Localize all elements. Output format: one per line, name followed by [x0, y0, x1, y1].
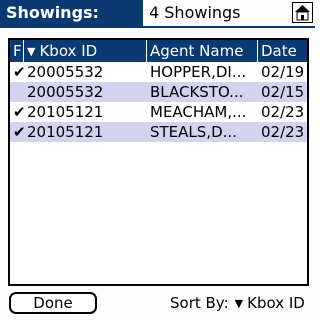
title-divider [0, 26, 315, 28]
column-header-kbox-id-label: Kbox ID [39, 42, 98, 60]
checkmark-icon: ✔ [13, 63, 24, 81]
date-cell: 02/15 [261, 83, 305, 101]
column-header-flag[interactable]: F [10, 40, 24, 62]
showings-count: 4 Showings [149, 3, 241, 22]
column-header-kbox-id[interactable]: ▼ Kbox ID [24, 40, 147, 62]
agent-name-cell: BLACKSTO... [150, 83, 244, 101]
table-row[interactable]: ✔ 20105121 STEALS,D... 02/23 [10, 122, 307, 142]
agent-name-cell: STEALS,D... [150, 123, 237, 141]
triangle-down-icon: ▼ [234, 297, 244, 310]
sort-by-value[interactable]: Kbox ID [247, 294, 305, 312]
kbox-id-cell: 20005532 [27, 83, 104, 101]
done-button[interactable]: Done [9, 292, 97, 314]
table-row[interactable]: 20005532 BLACKSTO... 02/15 [10, 82, 307, 102]
showings-table[interactable]: F ▼ Kbox ID Agent Name Date ✔ 20005532 HO… [8, 38, 309, 286]
sort-by-control[interactable]: Sort By: ▼ Kbox ID [170, 292, 305, 314]
checkmark-icon: ✔ [13, 103, 24, 121]
screen-title: Showings: [0, 0, 143, 26]
column-header-agent-name[interactable]: Agent Name [147, 40, 258, 62]
table-row[interactable]: ✔ 20005532 HOPPER,DI... 02/19 [10, 62, 307, 82]
column-header-date[interactable]: Date [258, 40, 307, 62]
sort-by-label: Sort By: [170, 294, 229, 312]
agent-name-cell: MEACHAM,... [150, 103, 247, 121]
triangle-down-icon: ▼ [27, 45, 36, 58]
kbox-id-cell: 20005532 [27, 63, 104, 81]
table-header: F ▼ Kbox ID Agent Name Date [10, 40, 307, 62]
agent-name-cell: HOPPER,DI... [150, 63, 247, 81]
kbox-id-cell: 20105121 [27, 123, 104, 141]
checkmark-icon [10, 82, 24, 102]
home-icon[interactable] [292, 2, 313, 23]
date-cell: 02/23 [261, 103, 305, 121]
kbox-id-cell: 20105121 [27, 103, 104, 121]
date-cell: 02/23 [261, 123, 305, 141]
date-cell: 02/19 [261, 63, 305, 81]
checkmark-icon: ✔ [13, 123, 24, 141]
table-row[interactable]: ✔ 20105121 MEACHAM,... 02/23 [10, 102, 307, 122]
